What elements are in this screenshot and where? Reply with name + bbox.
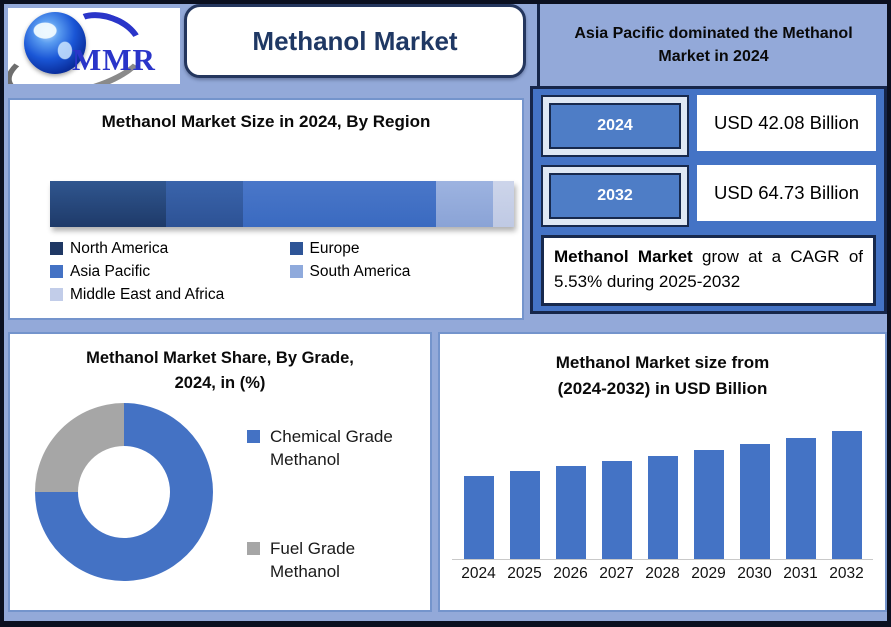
- legend-swatch-icon: [289, 265, 303, 278]
- cagr-market-name: Methanol Market: [554, 247, 693, 266]
- stat-row-2032: 2032 USD 64.73 Billion: [541, 165, 876, 227]
- grade-chart-panel: Methanol Market Share, By Grade, 2024, i…: [8, 332, 432, 612]
- donut-hole: [78, 446, 170, 538]
- legend-swatch-icon: [247, 430, 260, 443]
- axis-tick-label: 2028: [645, 565, 680, 582]
- stat-value-box: USD 64.73 Billion: [697, 165, 876, 221]
- legend-item: Middle East and Africa: [50, 286, 290, 304]
- year-badge-2024: 2024: [549, 103, 681, 149]
- forecast-chart-title-wrap: Methanol Market size from (2024-2032) in…: [440, 350, 885, 401]
- legend-item: Europe: [289, 240, 502, 258]
- forecast-bar-2025: [509, 471, 540, 559]
- axis-tick-label: 2026: [553, 565, 588, 582]
- region-chart-title: Methanol Market Size in 2024, By Region: [101, 112, 431, 131]
- legend-label: Chemical Grade Methanol: [270, 427, 393, 469]
- stat-value-2024: USD 42.08 Billion: [714, 112, 859, 133]
- forecast-bar-2027: [601, 461, 632, 559]
- legend-swatch-icon: [289, 242, 303, 255]
- legend-label: North America: [70, 240, 169, 257]
- grade-chart-title-wrap: Methanol Market Share, By Grade, 2024, i…: [10, 346, 430, 396]
- cagr-note-box: Methanol Market grow at a CAGR of 5.53% …: [541, 235, 876, 307]
- axis-tick-label: 2031: [783, 565, 818, 582]
- forecast-bar-2029: [693, 450, 724, 559]
- legend-label: South America: [309, 263, 411, 280]
- bar-segment-asia-pacific: [242, 181, 437, 227]
- stat-row-2024: 2024 USD 42.08 Billion: [541, 95, 876, 157]
- grade-donut-chart: [35, 403, 213, 581]
- forecast-x-labels: 2024 2025 2026 2027 2028 2029 2030 2031 2032: [452, 565, 873, 583]
- legend-item: Asia Pacific: [50, 263, 290, 281]
- logo: MMR: [8, 8, 180, 84]
- region-legend: North America Europe Asia Pacific South Ame…: [50, 240, 502, 309]
- report-title-box: Methanol Market: [184, 4, 526, 78]
- bar-segment-middle-east-and-africa: [493, 181, 514, 227]
- legend-item: South America: [289, 263, 502, 281]
- forecast-bar-2032: [831, 431, 862, 559]
- stat-value-2032: USD 64.73 Billion: [714, 182, 859, 203]
- axis-tick-label: 2032: [829, 565, 864, 582]
- legend-swatch-icon: [50, 242, 63, 255]
- axis-tick-label: 2024: [461, 565, 496, 582]
- report-title: Methanol Market: [252, 25, 458, 56]
- forecast-bar-2028: [647, 456, 678, 559]
- legend-label: Europe: [309, 240, 360, 257]
- forecast-bar-2026: [555, 466, 586, 559]
- forecast-bar-2031: [785, 438, 816, 559]
- grade-legend: Chemical Grade Methanol Fuel Grade Methan…: [247, 426, 422, 621]
- year-badge-2032: 2032: [549, 173, 681, 219]
- legend-swatch-icon: [247, 541, 260, 555]
- region-stacked-bar: [50, 181, 514, 227]
- headline-text: Asia Pacific dominated the Methanol Mark…: [574, 24, 853, 65]
- forecast-bar-2030: [739, 444, 770, 559]
- logo-text: MMR: [72, 42, 156, 77]
- forecast-bar-2024: [463, 476, 494, 559]
- legend-label: Asia Pacific: [70, 263, 151, 280]
- bar-segment-europe: [166, 181, 243, 227]
- stats-panel: 2024 USD 42.08 Billion 2032 USD 64.73 Bi…: [530, 86, 887, 314]
- legend-item: Fuel Grade Methanol: [247, 538, 422, 584]
- forecast-chart-panel: Methanol Market size from (2024-2032) in…: [438, 332, 887, 612]
- year-badge-frame: 2024: [541, 95, 689, 157]
- legend-swatch-icon: [50, 265, 63, 278]
- region-chart-panel: Methanol Market Size in 2024, By Region …: [8, 98, 524, 320]
- grade-chart-title: Methanol Market Share, By Grade, 2024, i…: [86, 349, 354, 392]
- legend-swatch-icon: [50, 288, 63, 301]
- legend-item: North America: [50, 240, 290, 258]
- bar-segment-north-america: [50, 181, 166, 227]
- legend-label: Middle East and Africa: [70, 286, 225, 303]
- legend-label: Fuel Grade Methanol: [270, 538, 356, 581]
- year-badge-frame: 2032: [541, 165, 689, 227]
- forecast-bar-chart: [452, 429, 873, 560]
- stat-value-box: USD 42.08 Billion: [697, 95, 876, 151]
- axis-tick-label: 2025: [507, 565, 542, 582]
- forecast-chart-title: Methanol Market size from (2024-2032) in…: [555, 353, 770, 398]
- headline-box: Asia Pacific dominated the Methanol Mark…: [537, 4, 887, 86]
- bar-segment-south-america: [436, 181, 494, 227]
- infographic-canvas: MMR Methanol Market Asia Pacific dominat…: [0, 0, 891, 627]
- axis-tick-label: 2030: [737, 565, 772, 582]
- axis-tick-label: 2027: [599, 565, 634, 582]
- axis-tick-label: 2029: [691, 565, 726, 582]
- legend-item: Chemical Grade Methanol: [247, 426, 422, 472]
